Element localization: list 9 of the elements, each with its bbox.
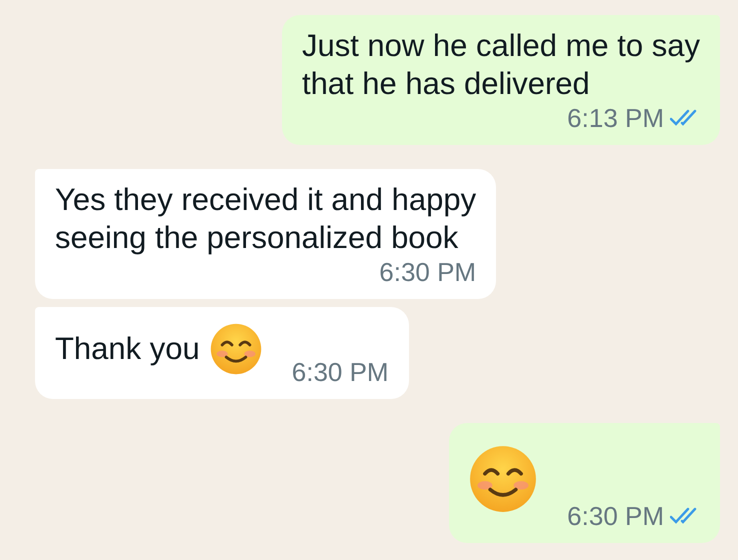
message-time: 6:13 PM <box>567 103 664 133</box>
message-text: Yes they received it and happy seeing the personalized book <box>55 181 476 257</box>
message-time: 6:30 PM <box>292 357 389 387</box>
message-time: 6:30 PM <box>379 257 476 287</box>
message-time: 6:30 PM <box>567 501 664 531</box>
message-text: Just now he called me to say that he has delivered <box>302 27 700 103</box>
smiling-emoji-icon <box>469 445 538 513</box>
message-text: Thank you <box>55 330 200 368</box>
smiling-emoji-icon <box>210 323 262 375</box>
